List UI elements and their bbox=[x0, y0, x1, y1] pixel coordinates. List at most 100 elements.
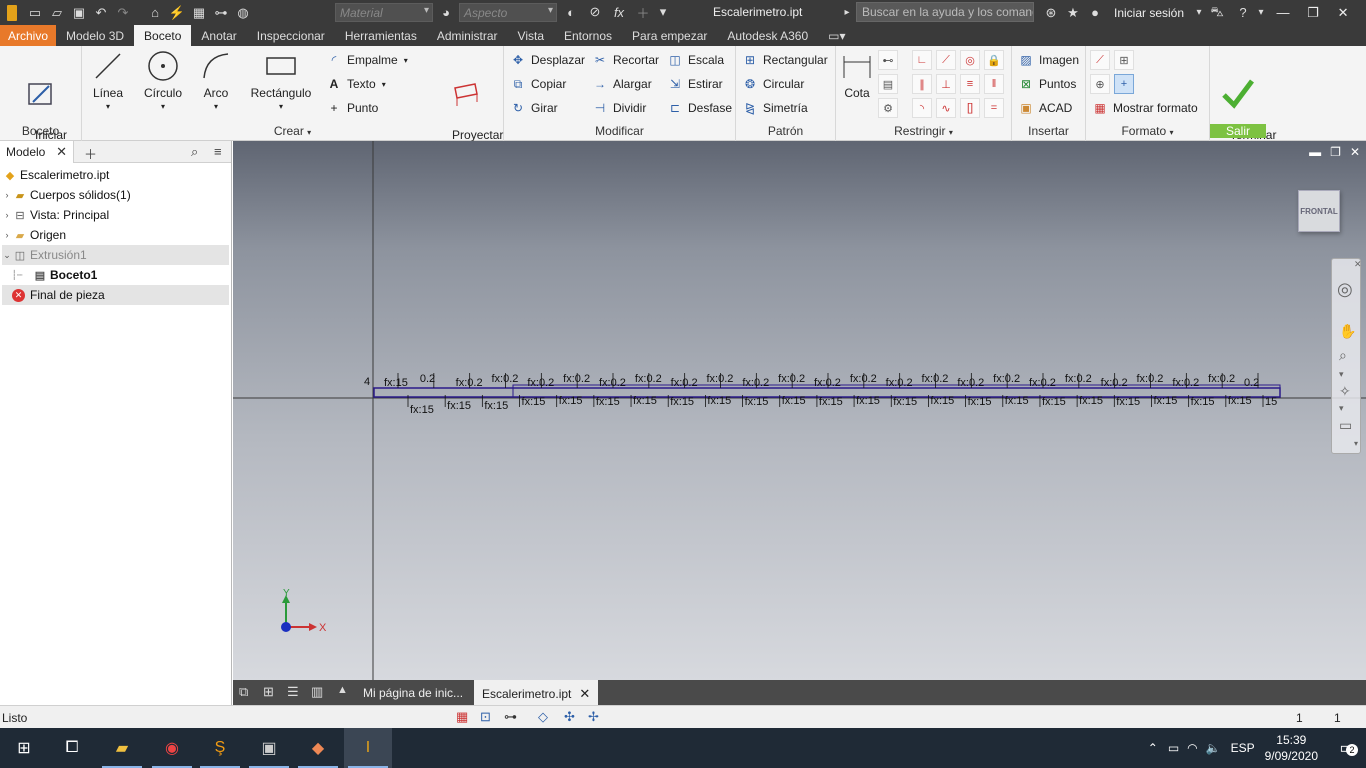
select-icon[interactable]: ▦ bbox=[188, 2, 210, 24]
plus-icon[interactable]: ＋ bbox=[632, 1, 654, 23]
acad-button[interactable]: ▣ ACAD bbox=[1018, 98, 1072, 118]
relax-icon[interactable]: ✢ bbox=[588, 709, 599, 725]
auto-dimension-icon[interactable]: ⊷ bbox=[878, 50, 898, 70]
expand-icon[interactable]: › bbox=[2, 190, 12, 200]
image-button[interactable]: ▨ Imagen bbox=[1018, 50, 1079, 70]
menu-icon[interactable]: ≡ bbox=[214, 144, 222, 159]
split-button[interactable]: ⊣ Dividir bbox=[592, 98, 647, 118]
chevron-down-icon[interactable]: ▾ bbox=[1339, 403, 1344, 414]
task-view-icon[interactable]: ⧠ bbox=[48, 728, 96, 768]
browser-tab-modelo[interactable]: Modelo ✕ bbox=[0, 141, 74, 163]
move-button[interactable]: ✥ Desplazar bbox=[510, 50, 585, 70]
measure-icon[interactable]: ⊶ bbox=[210, 2, 232, 24]
chevron-down-icon[interactable]: ▾ bbox=[307, 128, 311, 137]
inventor-taskbar-icon[interactable]: I bbox=[344, 728, 392, 768]
chrome-icon[interactable]: ◉ bbox=[148, 728, 196, 768]
tab-archivo[interactable]: Archivo bbox=[0, 25, 57, 46]
tab-administrar[interactable]: Administrar bbox=[427, 25, 508, 46]
undo-icon[interactable]: ↶ bbox=[90, 2, 112, 24]
collapse-icon[interactable]: ⌄ bbox=[2, 250, 12, 261]
tree-item-view[interactable]: › ⊟ Vista: Principal bbox=[2, 205, 229, 225]
shape-icon[interactable]: ◇ bbox=[538, 709, 548, 725]
coincident-constraint-icon[interactable]: ∟ bbox=[912, 50, 932, 70]
pan-hand-icon[interactable]: ✋ bbox=[1339, 323, 1356, 340]
clock[interactable]: 15:39 9/09/2020 bbox=[1265, 732, 1318, 764]
open-folder-icon[interactable]: ▱ bbox=[46, 2, 68, 24]
save-icon[interactable]: ▣ bbox=[68, 2, 90, 24]
fix-constraint-icon[interactable]: 🔒 bbox=[984, 50, 1004, 70]
tab-entornos[interactable]: Entornos bbox=[554, 25, 622, 46]
redo-icon[interactable]: ↷ bbox=[112, 2, 134, 24]
centerline-icon[interactable]: + bbox=[1114, 74, 1134, 94]
chevron-down-icon[interactable]: ▾ bbox=[949, 128, 953, 137]
dimension-button[interactable]: Cota bbox=[840, 50, 874, 100]
help-search-input[interactable]: Buscar en la ayuda y los comandos bbox=[856, 2, 1034, 22]
close-icon[interactable]: ✕ bbox=[56, 144, 67, 160]
customize-dropdown-icon[interactable]: ▾ bbox=[652, 1, 674, 23]
tab-inspeccionar[interactable]: Inspeccionar bbox=[247, 25, 335, 46]
rotate-button[interactable]: ↻ Girar bbox=[510, 98, 558, 118]
points-button[interactable]: ⊠ Puntos bbox=[1018, 74, 1076, 94]
zoom-icon[interactable]: ⌕ bbox=[1339, 347, 1347, 364]
steering-wheel-icon[interactable]: ◎ bbox=[1337, 279, 1353, 300]
file-explorer-icon[interactable]: ▰ bbox=[98, 728, 146, 768]
show-hidden-icons-icon[interactable]: ⌃ bbox=[1148, 741, 1158, 755]
show-format-button[interactable]: ▦ Mostrar formato bbox=[1092, 98, 1197, 118]
minimize-icon[interactable]: ▬ bbox=[1309, 145, 1321, 159]
concentric-constraint-icon[interactable]: ◎ bbox=[960, 50, 980, 70]
expand-search-icon[interactable]: ▸ bbox=[836, 1, 858, 23]
grid-snap-icon[interactable]: ✣ bbox=[564, 709, 575, 725]
appearance-globe-icon[interactable]: ◍ bbox=[232, 2, 254, 24]
collinear-constraint-icon[interactable]: ⟋ bbox=[936, 50, 956, 70]
viewcube[interactable]: FRONTAL bbox=[1298, 190, 1340, 232]
binoculars-icon[interactable]: ⊛ bbox=[1040, 2, 1062, 24]
sublime-text-icon[interactable]: Ş bbox=[196, 728, 244, 768]
inventor-logo-icon[interactable] bbox=[0, 0, 24, 25]
centerpoint-icon[interactable]: ⊕ bbox=[1090, 74, 1110, 94]
constraint-status-icon[interactable]: ▦ bbox=[456, 709, 468, 725]
expand-icon[interactable]: › bbox=[2, 210, 12, 220]
close-icon[interactable]: ✕ bbox=[579, 686, 590, 701]
appearance-select[interactable]: Aspecto ▾ bbox=[459, 3, 557, 22]
star-icon[interactable]: ★ bbox=[1062, 2, 1084, 24]
signin-button[interactable]: Iniciar sesión bbox=[1114, 6, 1184, 20]
customize-icon[interactable]: ▾ bbox=[1354, 439, 1358, 448]
ribbon-options-icon[interactable]: ▭▾ bbox=[818, 25, 855, 46]
windows-start-icon[interactable]: ⊞ bbox=[0, 728, 48, 768]
cart-icon[interactable]: ⛍ bbox=[1206, 2, 1228, 24]
tab-para-empezar[interactable]: Para empezar bbox=[622, 25, 717, 46]
point-button[interactable]: + Punto bbox=[326, 98, 378, 118]
construction-line-icon[interactable]: ⟋ bbox=[1090, 50, 1110, 70]
chevron-down-icon[interactable]: ▾ bbox=[1192, 2, 1206, 24]
tree-item-part[interactable]: ◆ Escalerimetro.ipt bbox=[2, 165, 229, 185]
show-status-icon[interactable]: ⊡ bbox=[480, 709, 491, 725]
battery-icon[interactable]: ▭ bbox=[1168, 741, 1179, 755]
color-wheel-icon[interactable]: ◕ bbox=[435, 1, 457, 23]
offset-button[interactable]: ⊏ Desfase bbox=[667, 98, 732, 118]
rectangular-pattern-button[interactable]: ⊞ Rectangular bbox=[742, 50, 828, 70]
tile-icon[interactable]: ⊞ bbox=[263, 684, 274, 700]
close-icon[interactable]: ✕ bbox=[1350, 145, 1360, 159]
constraint-settings-icon[interactable]: ⚙ bbox=[878, 98, 898, 118]
copy-button[interactable]: ⧉ Copiar bbox=[510, 74, 567, 94]
user-icon[interactable]: ● bbox=[1084, 2, 1106, 24]
arrange-up-icon[interactable]: ▲ bbox=[337, 684, 348, 696]
chevron-down-icon[interactable]: ▾ bbox=[1339, 369, 1344, 380]
volume-icon[interactable]: 🔈 bbox=[1206, 741, 1221, 755]
sketch-canvas[interactable]: fx:15 0.2 fx:0.2 fx:0.2 fx:0.2 fx:0.2 fx:0.2 fx… bbox=[233, 141, 1366, 680]
equal-constraint-icon[interactable]: = bbox=[984, 98, 1004, 118]
add-tab-icon[interactable]: ＋ bbox=[84, 144, 97, 163]
parallel-constraint-icon[interactable]: ∥ bbox=[912, 74, 932, 94]
vertical-constraint-icon[interactable]: ‖ bbox=[984, 74, 1004, 94]
language-indicator[interactable]: ESP bbox=[1231, 741, 1255, 755]
mirror-button[interactable]: ⧎ Simetría bbox=[742, 98, 808, 118]
wifi-icon[interactable]: ◠ bbox=[1187, 741, 1197, 755]
show-constraints-icon[interactable]: ▤ bbox=[878, 74, 898, 94]
dof-icon[interactable]: ⊶ bbox=[504, 709, 517, 725]
fx-parameters-icon[interactable]: fx bbox=[608, 1, 630, 23]
fillet-button[interactable]: ◜ Empalme ▾ bbox=[326, 50, 408, 70]
tab-vista[interactable]: Vista bbox=[508, 25, 554, 46]
notifications-icon[interactable]: ▭2 bbox=[1328, 738, 1366, 758]
tab-autodesk-a360[interactable]: Autodesk A360 bbox=[717, 25, 818, 46]
circular-pattern-button[interactable]: ❂ Circular bbox=[742, 74, 804, 94]
